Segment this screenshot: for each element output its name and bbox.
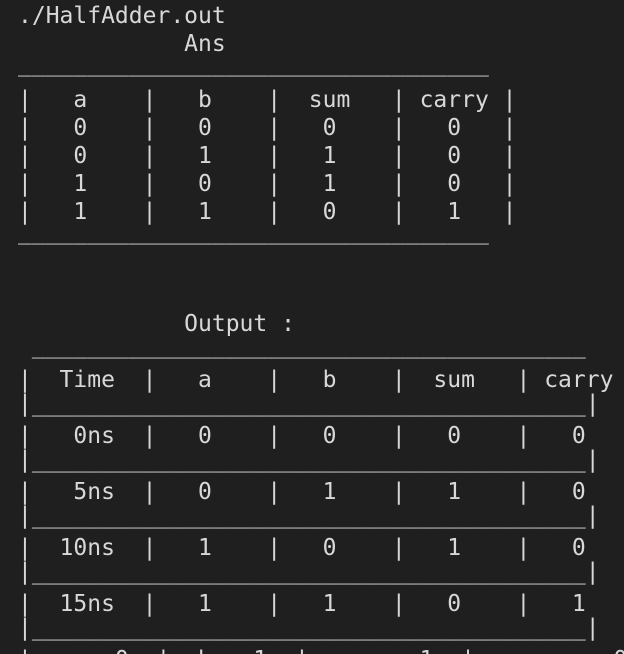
output-table-divider: |_______________________________________… xyxy=(18,615,600,641)
ans-table-row: | 0 | 1 | 1 | 0 | xyxy=(18,143,517,169)
ans-table-top-border: __________________________________ xyxy=(18,51,489,77)
output-table-divider: |_______________________________________… xyxy=(18,447,600,473)
terminal-output: ./HalfAdder.out Ans ____________________… xyxy=(0,0,624,654)
ans-table-row: | 1 | 0 | 1 | 0 | xyxy=(18,171,517,197)
command-line: ./HalfAdder.out xyxy=(18,3,226,29)
ans-table-header-row: | a | b | sum | carry | xyxy=(18,87,517,113)
signal-summary-line: | a = 0 | b = 1 | sum = 1 | carry = 0 | xyxy=(18,646,624,654)
ans-table-row: | 0 | 0 | 0 | 0 | xyxy=(18,115,517,141)
output-table-top-border: ________________________________________ xyxy=(18,333,586,359)
ans-table-bottom-border: __________________________________ xyxy=(18,219,489,245)
output-table-divider: |_______________________________________… xyxy=(18,391,600,417)
output-table-divider: |_______________________________________… xyxy=(18,559,600,585)
output-table-divider: |_______________________________________… xyxy=(18,503,600,529)
